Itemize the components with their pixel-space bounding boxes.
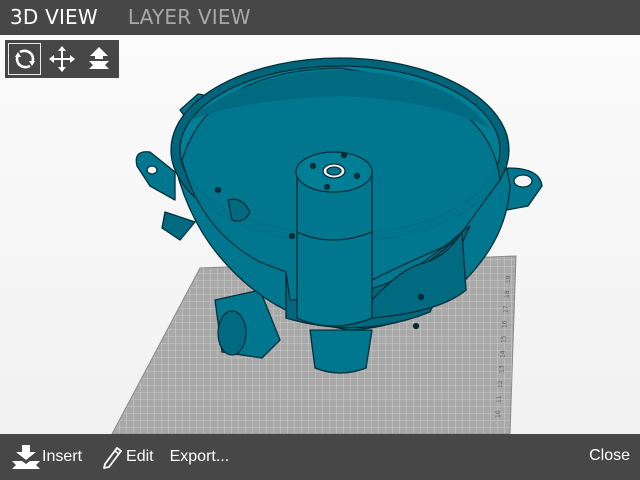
ruler-label: 11 [496, 395, 503, 403]
ruler-label: 15 [501, 335, 508, 343]
ruler-label: 14 [499, 350, 506, 358]
export-label: Export... [169, 448, 230, 465]
rotate-tool-button[interactable] [8, 43, 42, 75]
pencil-icon [103, 447, 122, 469]
tab-3d-view[interactable]: 3D VIEW [0, 0, 98, 35]
ruler-label: 18 [504, 290, 511, 298]
lay-flat-tool-button[interactable] [82, 43, 115, 75]
ruler-label: 13 [498, 365, 505, 373]
export-button[interactable]: Export... [170, 448, 230, 466]
move-icon [48, 46, 75, 72]
close-button[interactable]: Close [589, 447, 630, 465]
3d-viewport[interactable]: 10 11 12 13 14 15 16 17 18 19 [0, 35, 640, 434]
ruler-label: 17 [503, 305, 510, 313]
move-tool-button[interactable] [45, 43, 78, 75]
tab-layer-view[interactable]: LAYER VIEW [98, 0, 251, 35]
insert-button[interactable]: Insert [10, 443, 82, 471]
edit-button[interactable]: Edit [100, 444, 154, 470]
edit-label: Edit [126, 448, 154, 465]
rotate-icon [14, 49, 35, 69]
close-label: Close [589, 447, 630, 464]
insert-label: Insert [42, 448, 83, 465]
ruler-label: 10 [495, 410, 502, 418]
insert-icon [12, 445, 40, 469]
lay-flat-icon [88, 47, 109, 69]
ruler-label: 16 [502, 320, 509, 328]
3d-scene[interactable]: 10 11 12 13 14 15 16 17 18 19 [0, 35, 640, 434]
ruler-label: 12 [497, 380, 504, 388]
view-tab-bar: 3D VIEW LAYER VIEW [0, 0, 640, 35]
bottom-action-bar: Insert Edit Export... Close [0, 434, 640, 480]
camera-toolbox [5, 40, 119, 78]
ruler-label: 19 [505, 275, 512, 283]
